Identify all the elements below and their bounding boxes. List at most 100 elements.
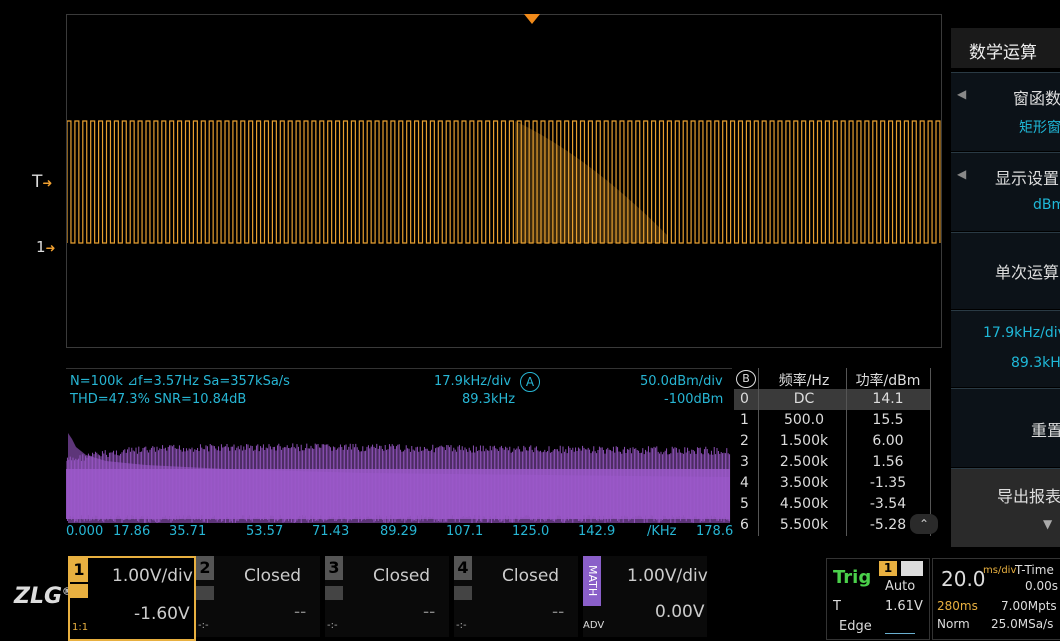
trigger-mode: Auto — [885, 579, 916, 594]
table-row[interactable]: 5 4.500k -3.54 — [734, 494, 930, 515]
fft-x-tick: 35.71 — [169, 524, 207, 539]
trigger-title: Trig — [833, 567, 872, 588]
chevron-left-icon: ◀ — [957, 87, 967, 101]
row-freq: 2.500k — [779, 454, 829, 470]
row-power: -1.35 — [869, 475, 907, 491]
fft-info-line2: THD=47.3% SNR=10.84dB — [70, 392, 247, 407]
trigger-level-label: T — [32, 172, 43, 192]
window-function-value: 矩形窗 — [1019, 120, 1060, 136]
row-power: 14.1 — [872, 391, 904, 407]
waveform-display[interactable] — [66, 14, 942, 348]
row-power: 15.5 — [872, 412, 904, 428]
row-power: 1.56 — [872, 454, 904, 470]
chevron-down-icon: ▼ — [1043, 517, 1053, 531]
math-scale: 1.00V/div — [627, 566, 708, 586]
menu-hdiv-value: 17.9kHz/div — [983, 325, 1060, 341]
fft-x-tick: 107.1 — [446, 524, 484, 539]
table-row[interactable]: 3 2.500k 1.56 — [734, 452, 930, 473]
fft-hdiv: 17.9kHz/div — [434, 374, 512, 389]
single-operation-label: 单次运算 — [995, 263, 1060, 282]
fft-x-tick: /KHz — [647, 524, 677, 539]
row-index: 0 — [740, 391, 749, 407]
table-row[interactable]: 6 5.500k -5.28 — [734, 515, 930, 536]
channel-2-panel[interactable]: 2 Closed -- -:- — [196, 556, 320, 637]
timebase-window: 280ms — [937, 599, 978, 613]
channel-2-number: 2 — [196, 556, 214, 580]
window-function-button[interactable]: ◀ 窗函数 矩形窗 — [951, 72, 1060, 151]
trigger-position-marker[interactable] — [524, 14, 540, 24]
table-row[interactable]: 1 500.0 15.5 — [734, 410, 930, 431]
row-freq: 5.500k — [779, 517, 829, 533]
channel-1-number: 1 — [70, 558, 88, 582]
chevron-left-icon: ◀ — [957, 167, 967, 181]
export-report-button[interactable]: 导出报表 ▼ — [951, 468, 1060, 547]
row-index: 1 — [740, 412, 749, 428]
channel-1-offset: -1.60V — [134, 604, 190, 624]
timebase-value: 20.0 — [941, 567, 986, 591]
fft-marker-b[interactable]: B — [736, 370, 756, 388]
export-report-label: 导出报表 — [997, 487, 1060, 506]
trigger-panel[interactable]: Trig 1 Auto T 1.61V Edge — [826, 558, 930, 640]
channel-4-offset: -- — [552, 602, 565, 622]
square-wave-path — [67, 120, 941, 244]
row-freq: 3.500k — [779, 475, 829, 491]
fft-peak-table[interactable]: B 频率/Hz 功率/dBm 0 DC 14.1 1 500.0 15.5 2 … — [734, 368, 940, 538]
timebase-panel[interactable]: 20.0 ms/div T-Time 0.00s 280ms 7.00Mpts … — [932, 558, 1060, 640]
channel-3-panel[interactable]: 3 Closed -- -:- — [325, 556, 449, 637]
fft-info-line1: N=100k ⊿f=3.57Hz Sa=357kSa/s — [70, 374, 290, 389]
menu-title-text: 数学运算 — [969, 43, 1037, 63]
fft-x-tick: 89.29 — [380, 524, 418, 539]
trigger-type-label: T — [833, 599, 841, 614]
display-setting-button[interactable]: ◀ 显示设置 dBm — [951, 152, 1060, 231]
table-scroll-up-icon[interactable]: ⌃ — [910, 514, 938, 534]
row-freq: 4.500k — [779, 496, 829, 512]
fft-x-tick: 0.000 — [66, 524, 104, 539]
table-header: B 频率/Hz 功率/dBm — [734, 368, 930, 389]
table-row[interactable]: 0 DC 14.1 — [734, 389, 930, 410]
menu-center-value: 89.3kHz — [1011, 355, 1060, 371]
table-divider — [758, 368, 759, 536]
channel-4-probe: -:- — [456, 620, 467, 631]
channel-4-panel[interactable]: 4 Closed -- -:- — [454, 556, 578, 637]
time-offset-value: 0.00s — [1025, 579, 1058, 593]
row-index: 5 — [740, 496, 749, 512]
fft-x-tick: 53.57 — [246, 524, 284, 539]
fft-offset: -100dBm — [664, 392, 724, 407]
fft-x-tick: 178.6 — [696, 524, 734, 539]
math-offset: 0.00V — [655, 602, 705, 622]
acquisition-mode: Norm — [937, 617, 970, 631]
table-row[interactable]: 4 3.500k -1.35 — [734, 473, 930, 494]
rising-edge-icon — [885, 621, 915, 634]
display-setting-label: 显示设置 — [995, 169, 1060, 188]
channel-3-scale: Closed — [373, 566, 431, 586]
fft-x-tick: 17.86 — [113, 524, 151, 539]
row-freq: 500.0 — [783, 412, 825, 428]
table-divider — [846, 368, 847, 536]
ch1-ground-marker[interactable]: 1➜ — [36, 238, 56, 256]
table-divider — [930, 368, 931, 536]
math-label: MATH — [583, 556, 601, 606]
row-freq: DC — [793, 391, 815, 407]
channel-2-scale: Closed — [244, 566, 302, 586]
memory-depth: 7.00Mpts — [1001, 599, 1057, 613]
channel-2-offset: -- — [294, 602, 307, 622]
reset-button[interactable]: 重置 — [951, 388, 1060, 467]
channel-1-coupling-icon — [70, 584, 88, 598]
single-operation-button[interactable]: 单次运算 — [951, 232, 1060, 309]
table-row[interactable]: 2 1.500k 6.00 — [734, 431, 930, 452]
trigger-level-marker[interactable]: T➜ — [32, 172, 52, 192]
window-function-label: 窗函数 — [1013, 89, 1060, 108]
zlg-logo: ZLG® — [14, 584, 73, 609]
channel-1-panel[interactable]: 1 1.00V/div -1.60V 1:1 — [68, 556, 196, 641]
fft-marker-a[interactable]: A — [520, 372, 540, 392]
math-channel-panel[interactable]: MATH 1.00V/div 0.00V ADV — [583, 556, 708, 637]
row-index: 2 — [740, 433, 749, 449]
ch1-ground-label: 1 — [36, 238, 46, 256]
row-index: 3 — [740, 454, 749, 470]
menu-title: 数学运算 — [951, 28, 1060, 68]
time-offset-label: T-Time — [1015, 563, 1054, 577]
fft-scale-button[interactable]: 17.9kHz/div 89.3kHz — [951, 310, 1060, 387]
row-freq: 1.500k — [779, 433, 829, 449]
trigger-level: 1.61V — [885, 599, 923, 614]
channel-3-coupling-icon — [325, 586, 343, 600]
